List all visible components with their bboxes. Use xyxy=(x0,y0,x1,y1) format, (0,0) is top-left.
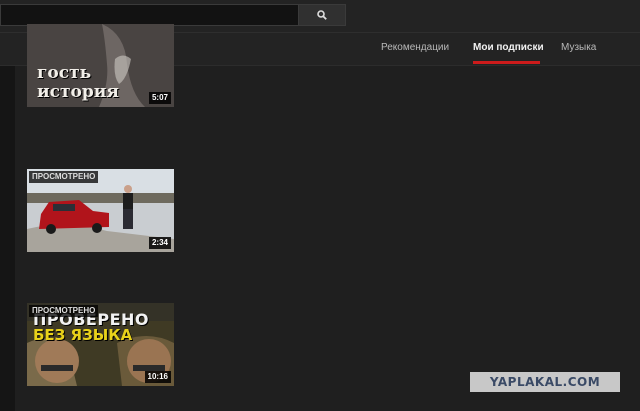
thumbnail-title-text-1: гость история xyxy=(37,64,127,102)
left-sidebar-edge xyxy=(0,66,15,411)
video-thumbnail-2[interactable]: ПРОСМОТРЕНО 2:34 xyxy=(27,169,174,252)
watermark-text: YAPLAKAL.COM xyxy=(489,375,601,389)
site-watermark: YAPLAKAL.COM xyxy=(470,372,620,392)
video-thumbnail-1[interactable]: гость история 5:07 xyxy=(27,24,174,107)
tab-music[interactable]: Музыка xyxy=(561,42,596,53)
active-tab-indicator xyxy=(473,61,540,64)
video-duration: 10:16 xyxy=(144,371,171,383)
video-duration: 2:34 xyxy=(148,237,171,249)
thumbnail-subtitle-text-3: БЕЗ ЯЗЫКА xyxy=(33,326,133,344)
search-button[interactable] xyxy=(298,4,346,26)
video-thumbnail-3[interactable]: ПРОВЕРЕНО БЕЗ ЯЗЫКА ПРОСМОТРЕНО 10:16 xyxy=(27,303,174,386)
watched-badge: ПРОСМОТРЕНО xyxy=(29,305,99,317)
search-input[interactable] xyxy=(0,4,298,26)
tab-recommendations[interactable]: Рекомендации xyxy=(381,42,449,53)
video-duration: 5:07 xyxy=(148,92,171,104)
search-icon xyxy=(317,10,327,20)
tab-subscriptions[interactable]: Мои подписки xyxy=(473,42,544,53)
overlay-line: история xyxy=(37,82,119,102)
watched-badge: ПРОСМОТРЕНО xyxy=(29,171,99,183)
overlay-line: гость xyxy=(37,63,92,83)
